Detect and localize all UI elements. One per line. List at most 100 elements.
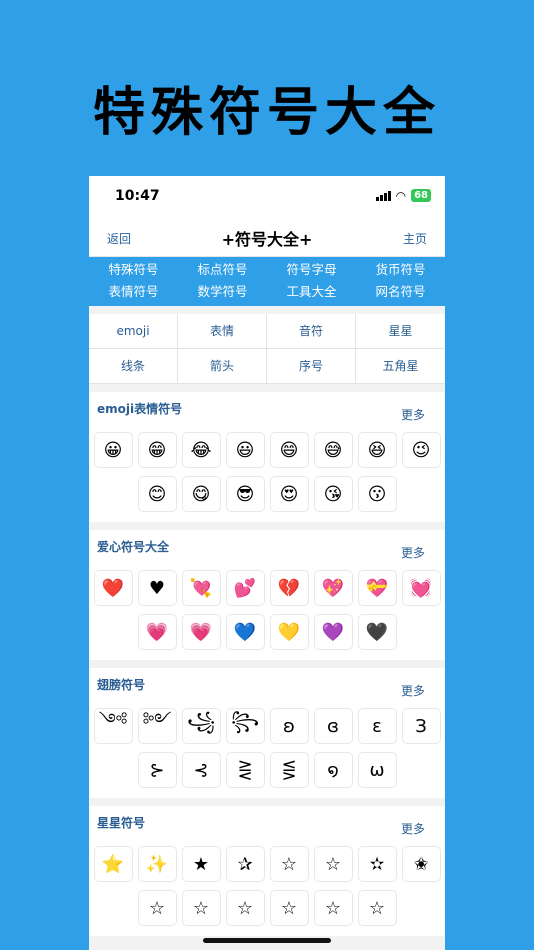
symbol-cell[interactable]: 😗	[357, 476, 397, 512]
symbol-cell[interactable]: 😁	[137, 432, 177, 468]
symbol-cell[interactable]: ☆	[181, 890, 221, 926]
symbol-cell[interactable]: 😆	[357, 432, 397, 468]
back-button[interactable]: 返回	[107, 230, 131, 247]
symbol-cell[interactable]: 💗	[181, 614, 221, 650]
symbol-cell[interactable]: 💜	[313, 614, 353, 650]
symbol-cell[interactable]: ໑	[313, 752, 353, 788]
tag-button[interactable]: 音符	[267, 314, 356, 349]
status-icons: ◠ 68	[375, 188, 431, 203]
category-link[interactable]: 网名符号	[356, 282, 445, 302]
symbol-grid: ❤️ ♥ 💘 💕 💔 💖 💝 💓 💗 💗 💙 💛 💜 🖤	[89, 564, 445, 650]
symbol-cell[interactable]: 😘	[313, 476, 353, 512]
symbol-cell[interactable]: ⊰	[181, 752, 221, 788]
symbol-cell[interactable]: 😉	[401, 432, 441, 468]
symbol-cell[interactable]: ✬	[401, 846, 441, 882]
symbol-cell[interactable]: З	[401, 708, 441, 744]
symbol-cell[interactable]: ɞ	[313, 708, 353, 744]
symbol-cell[interactable]: ♥	[137, 570, 177, 606]
signal-icon	[375, 190, 391, 201]
more-link[interactable]: 更多	[401, 682, 425, 699]
symbol-cell[interactable]: ☆	[357, 890, 397, 926]
category-bar: 特殊符号 标点符号 符号字母 货币符号表情符号 数学符号 工具大全 网名符号	[89, 257, 445, 306]
symbol-cell[interactable]: ☆	[313, 890, 353, 926]
tag-button[interactable]: 表情	[178, 314, 267, 349]
section-header: 翅膀符号 更多	[89, 668, 445, 702]
more-link[interactable]: 更多	[401, 544, 425, 561]
symbol-cell[interactable]: ☆	[137, 890, 177, 926]
symbol-cell[interactable]: ★	[181, 846, 221, 882]
symbol-cell[interactable]: 💛	[269, 614, 309, 650]
symbol-cell[interactable]: ✨	[137, 846, 177, 882]
symbol-cell[interactable]: ༻	[137, 708, 177, 744]
category-link[interactable]: 数学符号	[178, 282, 267, 302]
tag-button[interactable]: 星星	[356, 314, 445, 349]
symbol-cell[interactable]: 💙	[225, 614, 265, 650]
symbol-cell[interactable]: 😅	[313, 432, 353, 468]
symbol-cell[interactable]: 😎	[225, 476, 265, 512]
phone-screen: 10:47 ◠ 68 返回 +符号大全+ 主页 特殊符号 标点符号 符号字母 货币符号…	[89, 176, 445, 950]
symbol-cell[interactable]: 💘	[181, 570, 221, 606]
category-link[interactable]: 符号字母	[267, 260, 356, 280]
section-header: 爱心符号大全 更多	[89, 530, 445, 564]
symbol-cell[interactable]: 💖	[313, 570, 353, 606]
symbol-cell[interactable]: ⊱	[137, 752, 177, 788]
symbol-cell[interactable]: ꧂	[225, 708, 265, 744]
symbol-cell[interactable]: ☆	[225, 890, 265, 926]
tag-button[interactable]: 线条	[89, 349, 178, 384]
battery-icon: 68	[411, 189, 431, 202]
symbol-cell[interactable]: ✰	[225, 846, 265, 882]
symbol-cell[interactable]: ༺	[93, 708, 133, 744]
symbol-cell[interactable]: ε	[357, 708, 397, 744]
symbol-section: 星星符号 更多 ⭐ ✨ ★ ✰ ☆ ☆ ✫ ✬ ☆ ☆ ☆ ☆ ☆ ☆	[89, 806, 445, 936]
symbol-cell[interactable]: ☆	[269, 846, 309, 882]
symbol-cell[interactable]: ⭐	[93, 846, 133, 882]
category-link[interactable]: 特殊符号	[89, 260, 178, 280]
symbol-cell[interactable]: 😃	[225, 432, 265, 468]
tag-button[interactable]: 五角星	[356, 349, 445, 384]
category-link[interactable]: 工具大全	[267, 282, 356, 302]
tag-button[interactable]: emoji	[89, 314, 178, 349]
category-link[interactable]: 表情符号	[89, 282, 178, 302]
section-title: emoji表情符号	[97, 402, 183, 416]
symbol-cell[interactable]: ❤️	[93, 570, 133, 606]
nav-bar: 返回 +符号大全+ 主页	[89, 218, 445, 257]
symbol-cell[interactable]: 😊	[137, 476, 177, 512]
section-title: 爱心符号大全	[97, 540, 170, 554]
symbol-cell[interactable]: ⋚	[269, 752, 309, 788]
symbol-cell[interactable]: ꧁	[181, 708, 221, 744]
status-bar: 10:47 ◠ 68	[89, 176, 445, 218]
symbol-cell[interactable]: 😋	[181, 476, 221, 512]
symbol-cell[interactable]: 💕	[225, 570, 265, 606]
symbol-cell[interactable]: 😀	[93, 432, 133, 468]
symbol-cell[interactable]: ʚ	[269, 708, 309, 744]
symbol-cell[interactable]: 🖤	[357, 614, 397, 650]
tag-button[interactable]: 箭头	[178, 349, 267, 384]
symbol-cell[interactable]: ✫	[357, 846, 397, 882]
tag-grid: emoji 表情 音符 星星线条 箭头 序号 五角星	[89, 314, 445, 384]
symbol-cell[interactable]: 💔	[269, 570, 309, 606]
wifi-icon: ◠	[395, 188, 407, 203]
more-link[interactable]: 更多	[401, 406, 425, 423]
symbol-cell[interactable]: ω	[357, 752, 397, 788]
symbol-cell[interactable]: 💗	[137, 614, 177, 650]
section-header: emoji表情符号 更多	[89, 392, 445, 426]
symbol-cell[interactable]: ☆	[313, 846, 353, 882]
home-button[interactable]: 主页	[403, 230, 427, 247]
symbol-cell[interactable]: 😂	[181, 432, 221, 468]
tag-button[interactable]: 序号	[267, 349, 356, 384]
status-time: 10:47	[115, 188, 160, 204]
symbol-cell[interactable]: ☆	[269, 890, 309, 926]
more-link[interactable]: 更多	[401, 820, 425, 837]
symbol-section: 爱心符号大全 更多 ❤️ ♥ 💘 💕 💔 💖 💝 💓 💗 💗 💙 💛 💜 🖤	[89, 530, 445, 660]
symbol-grid: ⭐ ✨ ★ ✰ ☆ ☆ ✫ ✬ ☆ ☆ ☆ ☆ ☆ ☆	[89, 840, 445, 926]
symbol-cell[interactable]: 💓	[401, 570, 441, 606]
symbol-section: 翅膀符号 更多 ༺ ༻ ꧁ ꧂ ʚ ɞ ε З ⊱ ⊰ ⋛ ⋚ ໑ ω	[89, 668, 445, 798]
symbol-cell[interactable]: 😍	[269, 476, 309, 512]
symbol-cell[interactable]: 💝	[357, 570, 397, 606]
section-title: 星星符号	[97, 816, 146, 830]
symbol-grid: ༺ ༻ ꧁ ꧂ ʚ ɞ ε З ⊱ ⊰ ⋛ ⋚ ໑ ω	[89, 702, 445, 788]
category-link[interactable]: 货币符号	[356, 260, 445, 280]
category-link[interactable]: 标点符号	[178, 260, 267, 280]
symbol-cell[interactable]: ⋛	[225, 752, 265, 788]
symbol-cell[interactable]: 😄	[269, 432, 309, 468]
